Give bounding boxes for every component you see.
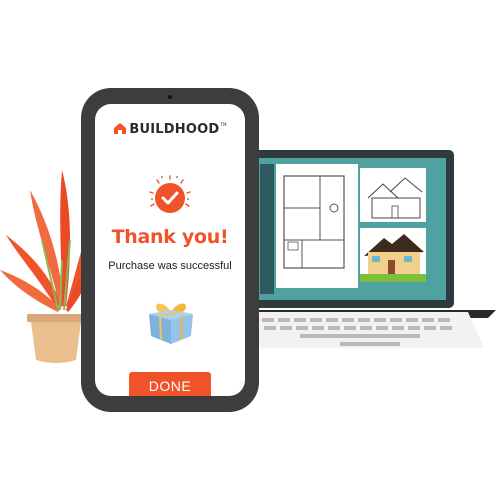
smartphone: BUILDHOODTM Thank you! Purchase was succ [81,88,259,412]
purchase-success-scene: BUILDHOODTM Thank you! Purchase was succ [0,0,500,500]
brand-logo: BUILDHOODTM [95,122,245,137]
laptop-icon [240,150,496,348]
house-color-render [360,228,426,282]
phone-camera [168,95,172,99]
house-logo-icon [114,123,127,134]
done-button[interactable]: DONE [129,372,211,396]
check-circle-icon [149,175,191,213]
thank-you-heading: Thank you! [111,226,229,248]
purchase-status-message: Purchase was successful [108,260,232,272]
house-elevation-sketch [360,168,426,222]
gift-box-icon [149,303,193,344]
brand-trademark: TM [220,122,227,127]
floor-plan-drawing [276,164,358,288]
confirmation-screen: BUILDHOODTM Thank you! Purchase was succ [95,104,245,396]
brand-name: BUILDHOOD [129,122,220,137]
success-check-badge [147,174,193,220]
